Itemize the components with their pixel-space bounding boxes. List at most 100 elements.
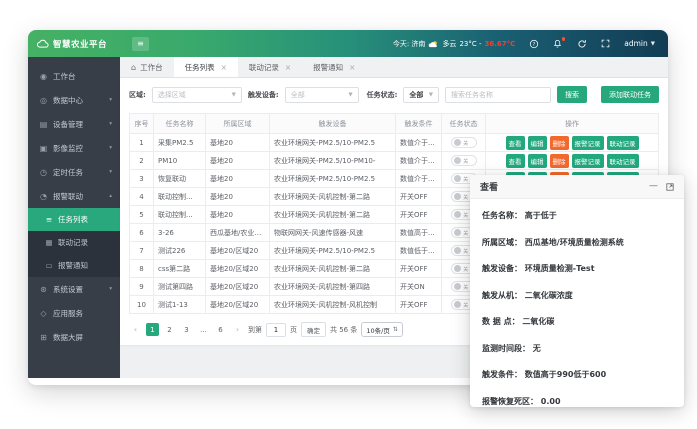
cell-trigger-condition: 数值高于... [396,224,442,242]
task-status-select[interactable]: 全部 ▼ [403,87,439,103]
sidebar-item-alarm-linkage[interactable]: ◔报警联动▴ [28,184,120,208]
sidebar-item-system-settings[interactable]: ⊛系统设置▾ [28,277,120,301]
task-name-search-input[interactable] [445,87,551,103]
field-label: 触发设备： [482,264,525,273]
page-button-2[interactable]: 2 [163,323,176,336]
sidebar-item-workbench[interactable]: ◉工作台 [28,64,120,88]
search-button[interactable]: 搜索 [557,86,587,103]
temp-high: 36.67°C [484,40,515,48]
sidebar-item-alarm-notice[interactable]: ▭报警通知 [28,254,120,277]
dialog-field: 触发条件： 数值高于990低于600 [482,369,672,380]
dialog-title: 查看 [480,180,498,193]
cell-trigger-device: 农业环境网关-风机控制-第四路 [270,278,396,296]
sidebar-item-app-service[interactable]: ◇应用服务 [28,301,120,325]
tab-label: 报警通知 [313,62,343,73]
cell-region: 基地20/区域20 [206,296,270,314]
edit-button[interactable]: 编辑 [528,154,547,168]
cell-region: 西瓜基地/农业环... [206,224,270,242]
sidebar: ◉工作台◎数据中心▾▤设备管理▾▣影像监控▾ ◷ 定时任务 ▾ ◔报警联动▴≡任务列表▦… [28,57,120,378]
tab-alarm-notice[interactable]: 报警通知 × [302,57,366,77]
alarm-record-button[interactable]: 报警记录 [572,136,604,150]
fullscreen-icon[interactable] [600,38,611,49]
column-header: 触发设备 [270,114,396,134]
next-page-button[interactable]: › [231,323,244,336]
chevron-down-icon: ▼ [227,92,236,98]
temp-low: 23°C - [459,40,481,48]
column-header: 所属区域 [206,114,270,134]
view-button[interactable]: 查看 [506,154,525,168]
cell-trigger-device: 农业环境网关-PM2.5/10-PM2.5 [270,134,396,152]
page-button-6[interactable]: 6 [214,323,227,336]
field-label: 所属区域： [482,238,525,247]
cell-trigger-device: 农业环境网关-风机控制-风机控制 [270,296,396,314]
status-toggle[interactable]: 关 [451,137,477,148]
sidebar-item-linkage-records[interactable]: ▦联动记录 [28,231,120,254]
sidebar-item-data-center[interactable]: ◎数据中心▾ [28,88,120,112]
minimize-icon[interactable]: — [649,182,658,191]
tab-linkage-records[interactable]: 联动记录× [238,57,302,77]
help-icon[interactable]: ? [528,38,539,49]
expand-icon[interactable] [666,183,674,191]
refresh-icon[interactable] [576,38,587,49]
chevron-up-icon: ▴ [109,193,112,199]
cell-trigger-condition: 开关OFF [396,260,442,278]
sidebar-item-device-management[interactable]: ▤设备管理▾ [28,112,120,136]
close-icon[interactable]: × [285,63,291,72]
linkage-record-button[interactable]: 联动记录 [607,136,639,150]
sidebar-item-task-list[interactable]: ≡任务列表 [28,208,120,231]
cell-task-name: css第二路 [154,260,206,278]
page-size-select[interactable]: 10条/页⇅ [361,322,403,337]
timer-icon: ◷ [39,168,48,177]
page-button-1[interactable]: 1 [146,323,159,336]
status-select-value: 全部 [409,90,423,100]
cell-trigger-device: 农业环境网关-PM2.5/10-PM2.5 [270,170,396,188]
toggle-off-label: 关 [463,247,468,255]
sidebar-collapse-button[interactable]: ≡ [132,37,149,51]
sidebar-item-label: 联动记录 [58,237,88,248]
notification-bell-icon[interactable] [552,38,563,49]
add-linkage-task-button[interactable]: 添加联动任务 [601,86,659,103]
sidebar-item-data-screen[interactable]: ⊞数据大屏 [28,325,120,349]
tab-task-list[interactable]: 任务列表× [174,57,238,77]
toggle-knob [454,157,461,164]
trigger-device-select[interactable]: 全部 ▼ [285,87,359,103]
delete-button[interactable]: 删除 [550,136,569,150]
region-select[interactable]: 选择区域 ▼ [152,87,242,103]
dialog-field: 触发从机： 二氧化碳浓度 [482,290,672,301]
app-title: 智慧农业平台 [53,38,107,50]
delete-button[interactable]: 删除 [550,154,569,168]
cell-trigger-condition: 数值低于... [396,242,442,260]
user-menu[interactable]: admin ▼ [624,39,655,48]
dialog-field: 监测时间段： 无 [482,343,672,354]
chevron-down-icon: ▾ [109,121,112,127]
sidebar-item-video-monitor[interactable]: ▣影像监控▾ [28,136,120,160]
sidebar-item-scheduled-tasks[interactable]: ◷定时任务▾ [28,160,120,184]
toggle-off-label: 关 [463,193,468,201]
field-label: 报警恢复死区： [482,397,541,406]
filter-bar: 区域: 选择区域 ▼ 触发设备: 全部 ▼ 任务状态: 全部 ▼ [120,78,668,108]
close-icon[interactable]: × [221,63,227,72]
alarm-record-button[interactable]: 报警记录 [572,154,604,168]
page-button-3[interactable]: 3 [180,323,193,336]
linkage-record-button[interactable]: 联动记录 [607,154,639,168]
field-value: 无 [533,344,541,353]
goto-confirm-button[interactable]: 确定 [301,322,326,337]
edit-button[interactable]: 编辑 [528,136,547,150]
sidebar-item-label: 报警通知 [58,260,88,271]
cell-task-name: 联动控制... [154,206,206,224]
cell-region: 基地20/区域20 [206,278,270,296]
cell-task-name: 采集PM2.5 [154,134,206,152]
status-toggle[interactable]: 关 [451,155,477,166]
close-icon[interactable]: × [349,63,355,72]
dialog-field: 数 据 点： 二氧化碳 [482,316,672,327]
cell-region: 基地20 [206,206,270,224]
view-button[interactable]: 查看 [506,136,525,150]
cell-index: 10 [130,296,154,314]
goto-page-input[interactable] [266,323,286,337]
sidebar-item-label: 定时任务 [53,167,83,178]
field-label: 监测时间段： [482,344,533,353]
tab-workbench[interactable]: ⌂工作台 [120,57,174,77]
prev-page-button[interactable]: ‹ [129,323,142,336]
column-header: 操作 [486,114,659,134]
chevron-down-icon: ▼ [651,41,655,47]
